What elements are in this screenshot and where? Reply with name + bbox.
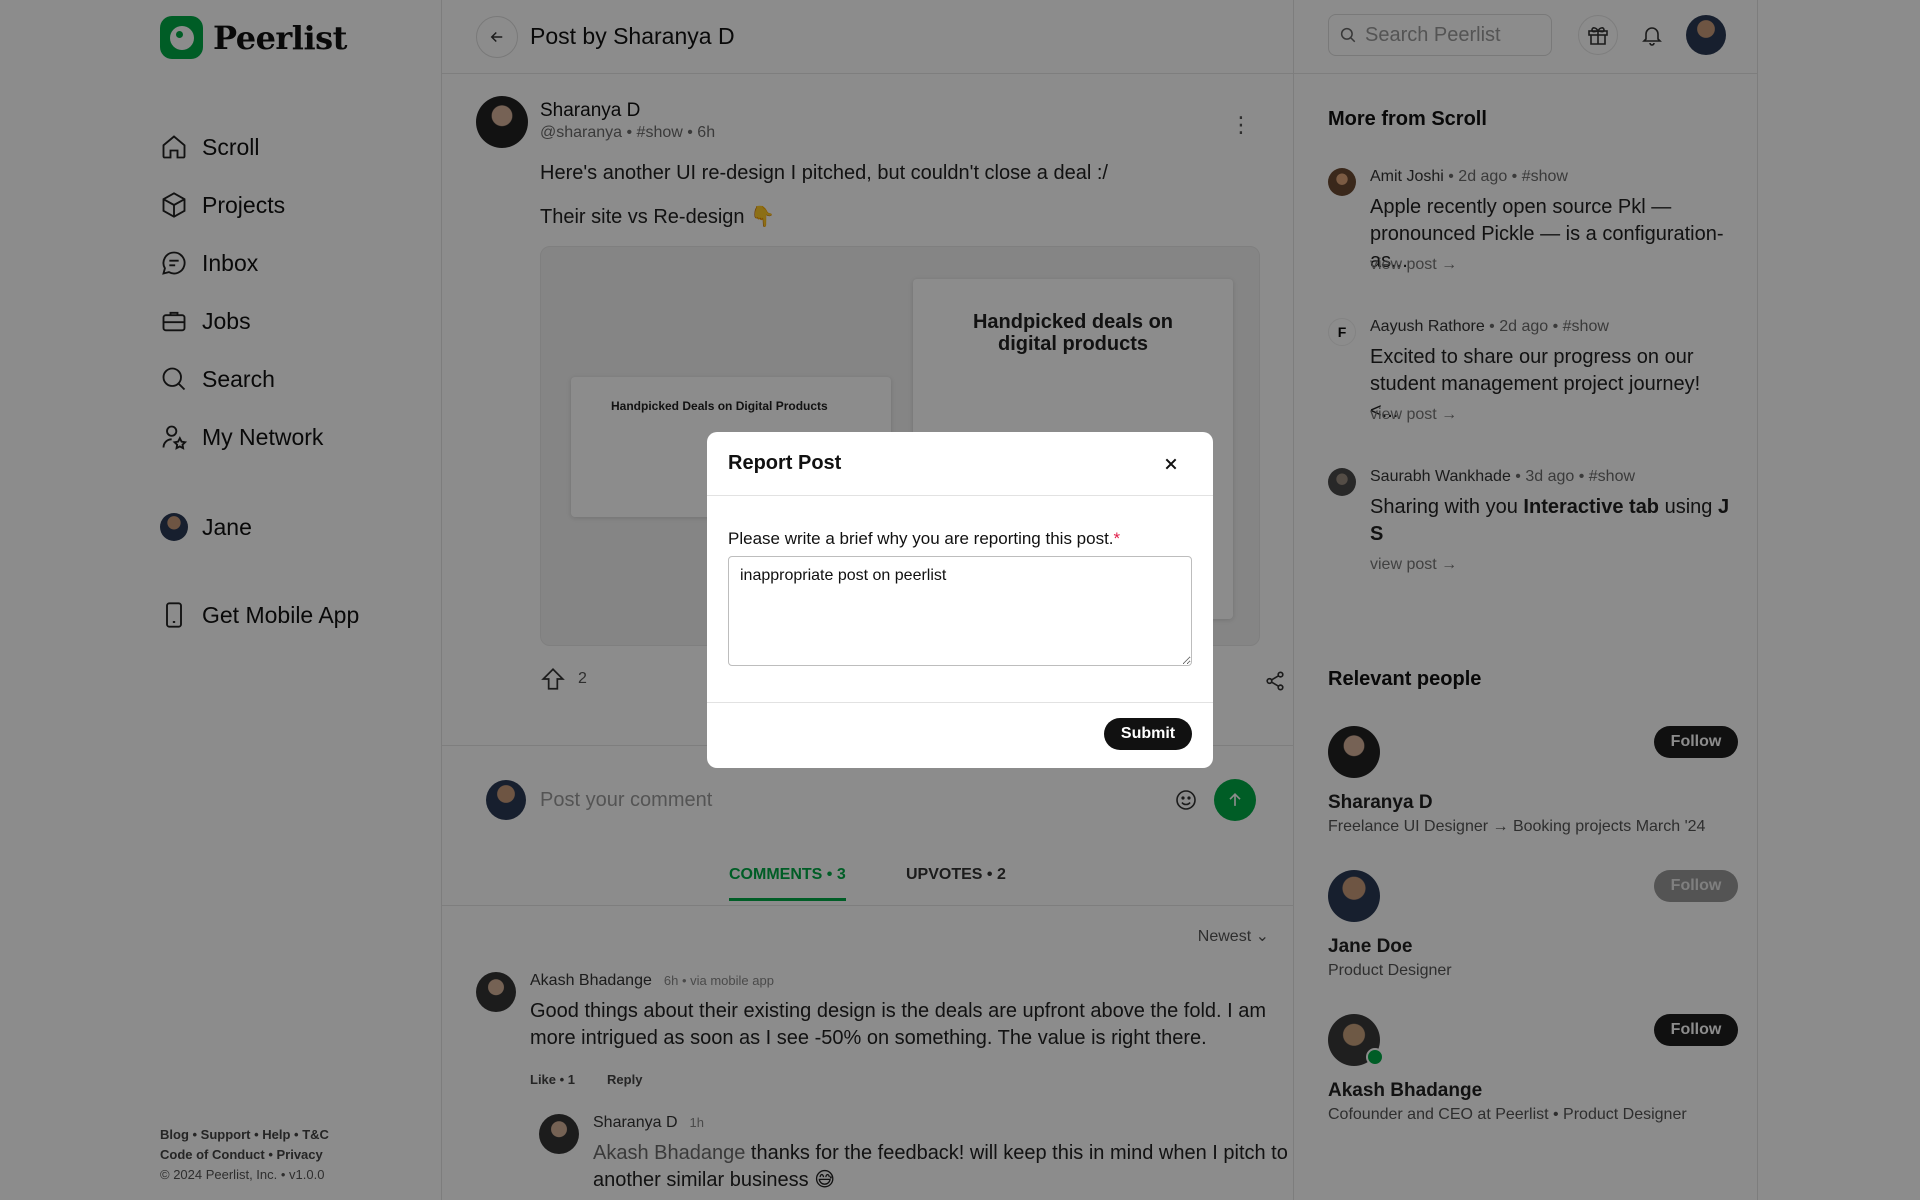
dialog-body: Please write a brief why you are reporti…	[707, 496, 1213, 703]
reason-label: Please write a brief why you are reporti…	[728, 529, 1120, 549]
submit-button[interactable]: Submit	[1104, 718, 1192, 750]
dialog-title: Report Post	[728, 452, 842, 474]
report-reason-textarea[interactable]: inappropriate post on peerlist	[728, 556, 1192, 666]
required-mark: *	[1113, 529, 1121, 548]
reason-label-text: Please write a brief why you are reporti…	[728, 529, 1114, 548]
close-button[interactable]	[1151, 444, 1191, 484]
close-icon	[1165, 458, 1177, 469]
dialog-header: Report Post	[707, 432, 1213, 496]
dialog-footer: Submit	[707, 703, 1213, 767]
report-post-dialog: Report Post Please write a brief why you…	[707, 432, 1213, 768]
